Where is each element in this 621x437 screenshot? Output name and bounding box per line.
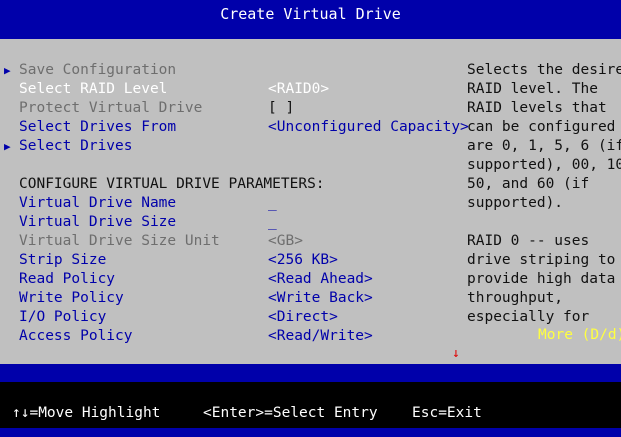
help-line: supported). [467,195,564,211]
help-line: throughput, [467,290,564,306]
param-virtual-drive-size[interactable]: Virtual Drive Size _ [0,213,460,232]
param-io-policy[interactable]: I/O Policy <Direct> [0,308,460,327]
help-line: drive striping to [467,252,616,268]
param-access-policy[interactable]: Access Policy <Read/Write> [0,327,460,346]
menu-label: Save Configuration [19,62,177,78]
param-label: Virtual Drive Size Unit [19,233,220,249]
raid-level-value[interactable]: <RAID0> [268,80,329,99]
submenu-arrow-icon: ▶ [4,140,11,153]
protect-checkbox[interactable]: [ ] [268,99,294,118]
help-line: supported), 00, 10, [467,157,621,173]
more-indicator[interactable]: More (D/d) [538,326,621,345]
main-panel: ▶ Save Configuration Select RAID Level <… [0,39,621,364]
help-line: especially for [467,309,590,325]
footer-bar: ↑↓=Move Highlight <Enter>=Select Entry E… [0,380,621,428]
menu-item-save-configuration[interactable]: ▶ Save Configuration [0,61,460,80]
help-line: 50, and 60 (if [467,176,590,192]
param-write-policy[interactable]: Write Policy <Write Back> [0,289,460,308]
window-title: Create Virtual Drive [0,0,621,28]
param-value[interactable]: _ [268,213,277,232]
param-value[interactable]: <Read Ahead> [268,270,373,289]
param-value[interactable]: <Read/Write> [268,327,373,346]
params-heading-row: CONFIGURE VIRTUAL DRIVE PARAMETERS: [0,175,460,194]
param-read-policy[interactable]: Read Policy <Read Ahead> [0,270,460,289]
param-label: Virtual Drive Name [19,195,177,211]
drives-from-value[interactable]: <Unconfigured Capacity> [268,118,469,137]
param-strip-size[interactable]: Strip Size <256 KB> [0,251,460,270]
param-value[interactable]: <256 KB> [268,251,338,270]
param-label: Virtual Drive Size [19,214,177,230]
param-label: Read Policy [19,271,116,287]
help-line: are 0, 1, 5, 6 (if [467,138,621,154]
param-value[interactable]: <Write Back> [268,289,373,308]
move-highlight-hint: ↑↓=Move Highlight [12,405,161,421]
menu-label: Select RAID Level [19,81,168,97]
param-label: I/O Policy [19,309,107,325]
help-line: provide high data [467,271,616,287]
menu-item-protect-virtual-drive[interactable]: Protect Virtual Drive [ ] [0,99,460,118]
param-value[interactable]: _ [268,194,277,213]
scroll-down-arrow-icon: ↓ [452,346,460,361]
help-line: RAID level. The [467,81,598,97]
param-value[interactable]: <Direct> [268,308,338,327]
submenu-arrow-icon: ▶ [4,64,11,77]
param-label: Strip Size [19,252,107,268]
param-value[interactable]: <GB> [268,232,303,251]
menu-label: Select Drives [19,138,133,154]
menu-label: Protect Virtual Drive [19,100,203,116]
param-virtual-drive-name[interactable]: Virtual Drive Name _ [0,194,460,213]
menu-item-select-raid-level[interactable]: Select RAID Level <RAID0> [0,80,460,99]
help-line: can be configured [467,119,616,135]
section-heading: CONFIGURE VIRTUAL DRIVE PARAMETERS: [19,176,325,192]
menu-label: Select Drives From [19,119,177,135]
param-virtual-drive-size-unit[interactable]: Virtual Drive Size Unit <GB> [0,232,460,251]
help-line: RAID levels that [467,100,607,116]
exit-hint: Esc=Exit [412,405,482,421]
param-label: Write Policy [19,290,124,306]
menu-item-select-drives-from[interactable]: Select Drives From <Unconfigured Capacit… [0,118,469,137]
param-label: Access Policy [19,328,133,344]
select-entry-hint: <Enter>=Select Entry [203,405,378,421]
menu-item-select-drives[interactable]: ▶ Select Drives [0,137,460,156]
help-line: Selects the desired [467,62,621,78]
help-line: RAID 0 -- uses [467,233,590,249]
